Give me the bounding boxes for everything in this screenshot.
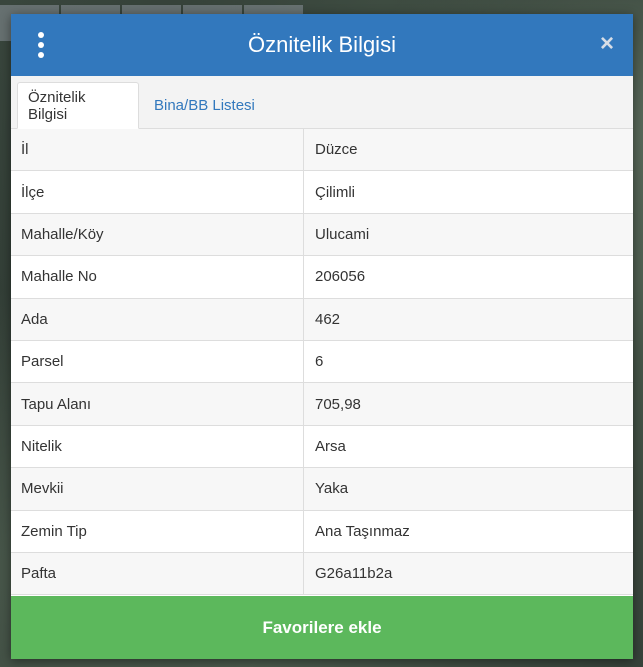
table-row: Ada 462: [11, 298, 633, 341]
tab-attribute-info[interactable]: Öznitelik Bilgisi: [17, 82, 139, 129]
table-row: Pafta G26a11b2a: [11, 552, 633, 596]
attribute-value: 206056: [315, 268, 366, 286]
close-icon[interactable]: ×: [595, 32, 619, 56]
table-row: Mahalle/Köy Ulucami: [11, 213, 633, 257]
attribute-key: Mahalle/Köy: [11, 213, 304, 256]
attribute-key: Parsel: [11, 340, 304, 383]
attribute-value: Düzce: [315, 141, 358, 159]
vertical-ellipsis-icon: [38, 32, 44, 38]
attribute-info-dialog: Öznitelik Bilgisi × Öznitelik Bilgisi Bi…: [11, 14, 633, 659]
attribute-value: G26a11b2a: [315, 565, 393, 583]
menu-button[interactable]: [31, 32, 51, 58]
vertical-ellipsis-icon: [38, 52, 44, 58]
attribute-key: İl: [11, 129, 304, 171]
vertical-ellipsis-icon: [38, 42, 44, 48]
attribute-key: Zemin Tip: [11, 510, 304, 552]
attribute-key: İlçe: [11, 171, 304, 213]
add-to-favorites-button[interactable]: Favorilere ekle: [11, 596, 633, 659]
attribute-key: Mahalle No: [11, 256, 304, 298]
attribute-value: Yaka: [315, 480, 349, 498]
table-row: Mevkii Yaka: [11, 468, 633, 511]
attribute-key: Ada: [11, 298, 304, 340]
attribute-value: 705,98: [315, 395, 361, 413]
attribute-value: 462: [315, 310, 341, 328]
attribute-key: Mevkii: [11, 468, 304, 510]
attribute-table: İl Düzce İlçe Çilimli Mahalle/Köy Ulucam…: [11, 129, 633, 596]
attribute-key: Pafta: [11, 552, 304, 595]
tab-bar: Öznitelik Bilgisi Bina/BB Listesi: [11, 76, 633, 129]
attribute-value: Arsa: [315, 437, 346, 455]
attribute-value: Çilimli: [315, 183, 355, 201]
dialog-title: Öznitelik Bilgisi: [248, 32, 396, 57]
table-row: Zemin Tip Ana Taşınmaz: [11, 510, 633, 553]
table-row: İl Düzce: [11, 129, 633, 172]
attribute-key: Nitelik: [11, 425, 304, 468]
table-row: Parsel 6: [11, 340, 633, 384]
attribute-value: 6: [315, 353, 324, 371]
attribute-value: Ana Taşınmaz: [315, 522, 410, 540]
table-row: İlçe Çilimli: [11, 171, 633, 214]
table-row: Nitelik Arsa: [11, 425, 633, 469]
dialog-header: Öznitelik Bilgisi ×: [11, 14, 633, 76]
table-row: Mahalle No 206056: [11, 256, 633, 299]
table-row: Tapu Alanı 705,98: [11, 383, 633, 426]
attribute-value: Ulucami: [315, 225, 370, 243]
attribute-key: Tapu Alanı: [11, 383, 304, 425]
tab-building-list[interactable]: Bina/BB Listesi: [144, 82, 265, 128]
